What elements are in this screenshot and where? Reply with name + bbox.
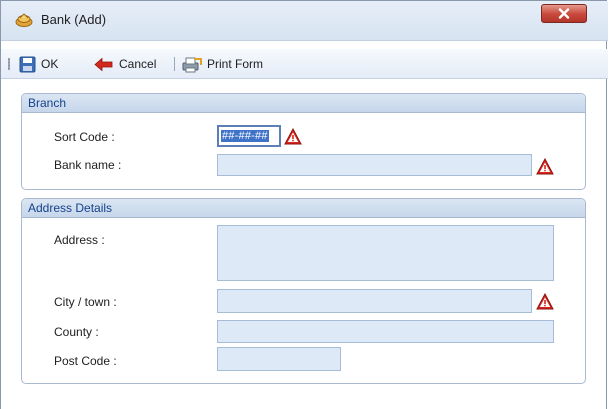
address-details-group: Address Details Address : City / town : …	[21, 198, 586, 384]
toolbar: OK Cancel Print Form	[1, 49, 608, 79]
bank-name-input[interactable]	[217, 154, 532, 176]
bank-name-label: Bank name :	[54, 158, 122, 172]
close-button[interactable]	[541, 4, 587, 23]
title-bar[interactable]: Bank (Add)	[1, 1, 608, 41]
print-form-button[interactable]: Print Form	[182, 54, 263, 74]
post-code-input[interactable]	[217, 347, 341, 371]
branch-group-title: Branch	[28, 96, 67, 110]
sort-code-input[interactable]: ##-##-##	[217, 125, 281, 147]
print-form-icon	[182, 57, 202, 72]
address-label: Address :	[54, 233, 105, 247]
city-town-warning-icon	[536, 293, 554, 310]
city-town-input[interactable]	[217, 289, 532, 313]
toolbar-grip[interactable]	[8, 58, 10, 70]
print-form-label: Print Form	[207, 57, 264, 71]
city-town-label: City / town :	[54, 295, 117, 309]
address-group-header: Address Details	[22, 199, 585, 218]
ok-button[interactable]: OK	[19, 54, 58, 74]
ok-label: OK	[41, 57, 59, 71]
branch-group-header: Branch	[22, 94, 585, 113]
window-title: Bank (Add)	[41, 12, 107, 27]
bank-app-icon	[15, 12, 33, 28]
sort-code-warning-icon	[284, 128, 302, 145]
sort-code-value: ##-##-##	[221, 130, 269, 142]
toolbar-separator	[174, 57, 175, 71]
bank-name-warning-icon	[536, 158, 554, 175]
county-input[interactable]	[217, 320, 554, 343]
cancel-label: Cancel	[119, 57, 157, 71]
branch-group: Branch Sort Code : ##-##-## Bank name :	[21, 93, 586, 190]
back-arrow-icon	[94, 57, 113, 71]
close-icon	[558, 8, 570, 19]
address-textarea[interactable]	[217, 225, 554, 281]
county-label: County :	[54, 325, 99, 339]
cancel-button[interactable]: Cancel	[94, 54, 156, 74]
bank-add-window: Bank (Add) OK Cancel Print Form Branch S…	[0, 0, 608, 409]
sort-code-label: Sort Code :	[54, 130, 115, 144]
address-group-title: Address Details	[28, 201, 113, 215]
save-icon	[19, 56, 36, 72]
post-code-label: Post Code :	[54, 354, 117, 368]
